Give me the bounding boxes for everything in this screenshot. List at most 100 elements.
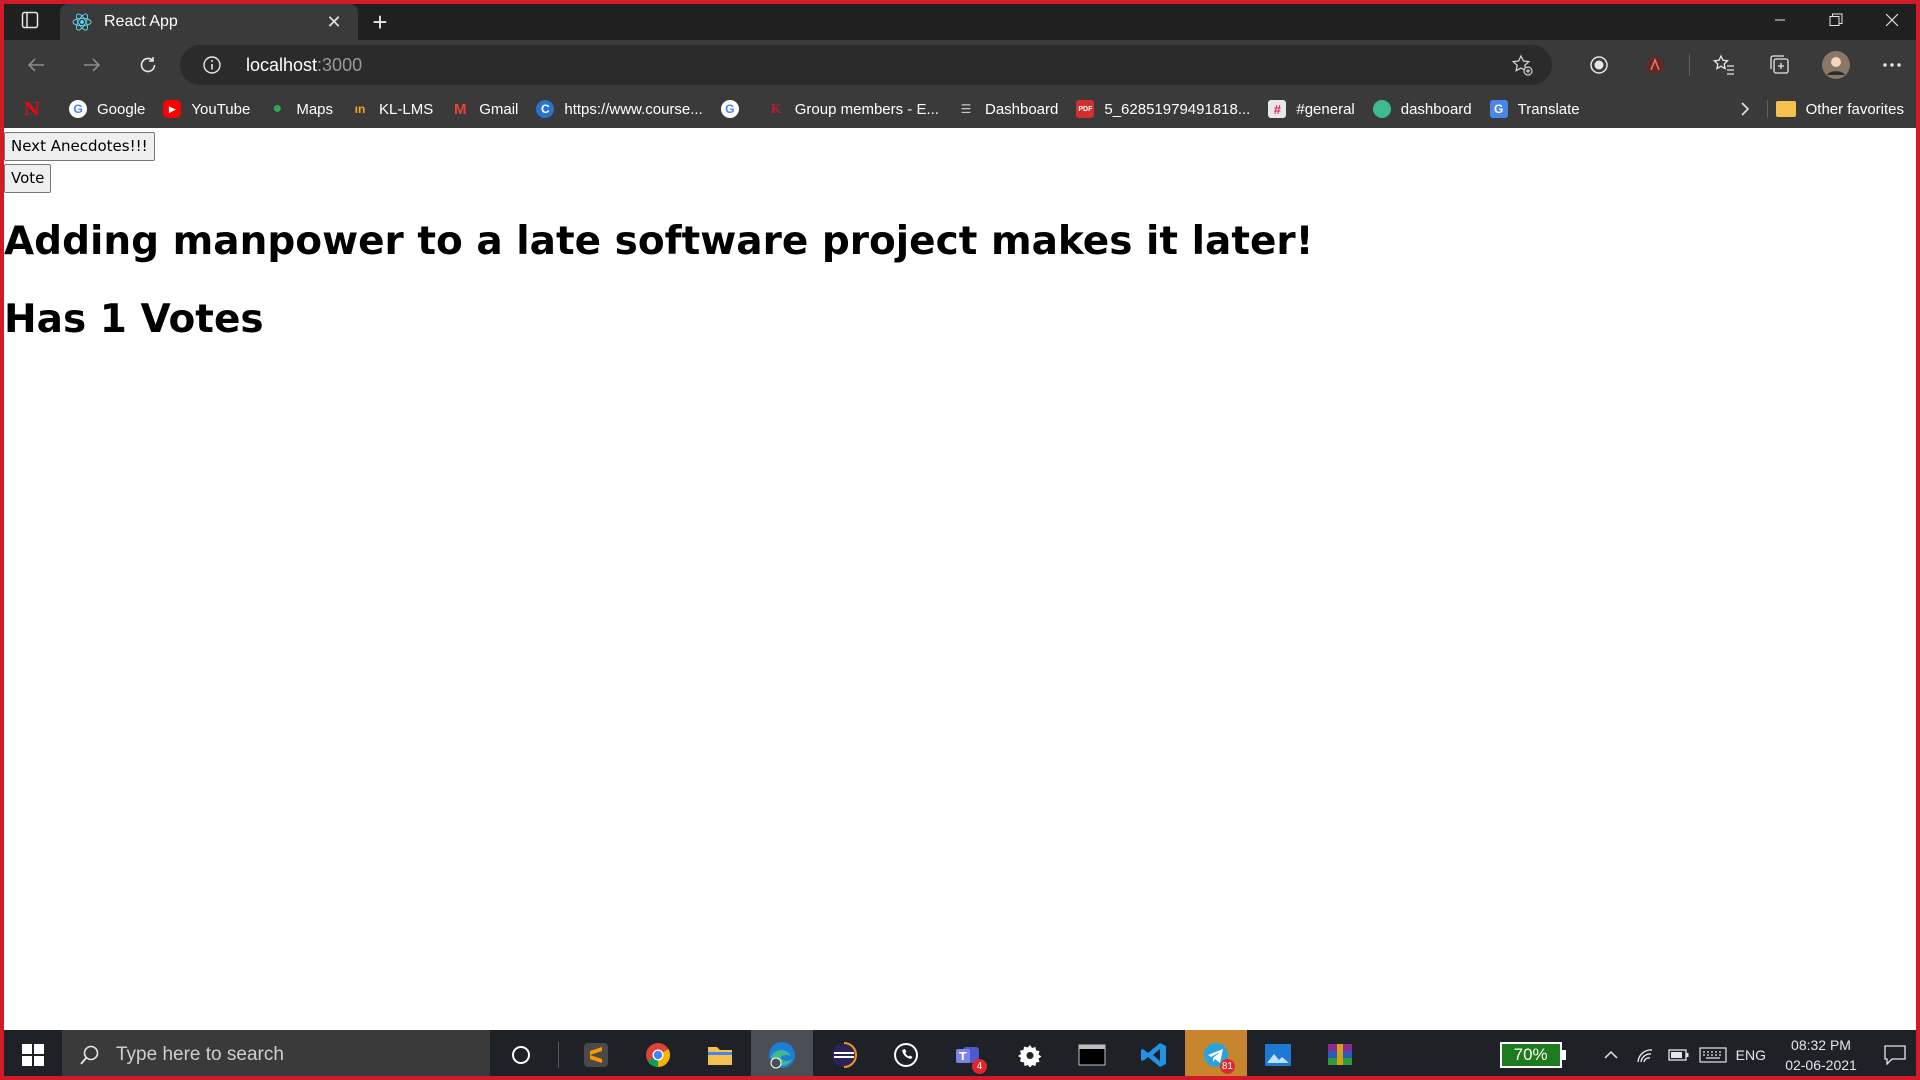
telegram-app[interactable]: 81: [1185, 1030, 1247, 1080]
refresh-icon: [140, 57, 156, 73]
fav-maps[interactable]: ● Maps: [259, 94, 342, 124]
netflix-icon: N: [23, 98, 41, 120]
search-icon: [78, 1043, 102, 1067]
svg-text:T: T: [959, 1050, 967, 1063]
tab-react-app[interactable]: React App ✕: [60, 4, 358, 40]
extension-adobe-button[interactable]: [1627, 43, 1683, 87]
url-port: :3000: [317, 54, 363, 75]
fav-youtube[interactable]: ▶ YouTube: [154, 94, 259, 124]
tab-title: React App: [104, 13, 178, 30]
fav-label: Group members - E...: [794, 100, 939, 118]
fav-label: Dashboard: [984, 100, 1059, 118]
fav-dashboard[interactable]: ☰ Dashboard: [948, 94, 1067, 124]
toolbar-right: [1571, 40, 1920, 90]
fav-pdf[interactable]: PDF 5_62851979491818...: [1067, 94, 1259, 124]
notification-center-button[interactable]: [1870, 1030, 1920, 1080]
address-toolbar: localhost:3000: [0, 40, 1920, 90]
sublime-text-app[interactable]: [565, 1030, 627, 1080]
show-hidden-icons[interactable]: [1596, 1030, 1626, 1080]
battery-button[interactable]: [1664, 1030, 1694, 1080]
dashboard-icon: ☰: [960, 102, 972, 116]
translate-icon: G: [1489, 100, 1508, 118]
fav-group-members[interactable]: K Group members - E...: [758, 94, 948, 124]
extension-record-button[interactable]: [1571, 43, 1627, 87]
folder-icon: [1775, 101, 1796, 117]
profile-button[interactable]: [1808, 43, 1864, 87]
fav-translate[interactable]: G Translate: [1481, 94, 1589, 124]
fav-google-2[interactable]: G: [712, 94, 758, 124]
back-button[interactable]: [8, 43, 64, 87]
keyboard-icon: [1699, 1047, 1727, 1063]
input-language[interactable]: ENG: [1736, 1047, 1766, 1063]
terminal-app[interactable]: [1061, 1030, 1123, 1080]
clock[interactable]: 08:32 PM 02-06-2021: [1776, 1035, 1866, 1075]
edge-app[interactable]: [751, 1030, 813, 1080]
fav-google[interactable]: G Google: [60, 94, 154, 124]
fav-gmail[interactable]: M Gmail: [442, 94, 527, 124]
close-tab-icon[interactable]: ✕: [322, 10, 346, 34]
network-button[interactable]: [1630, 1030, 1660, 1080]
pdf-icon: PDF: [1076, 100, 1095, 118]
favorites-star-icon: [1713, 54, 1734, 75]
forward-arrow-icon: [84, 58, 101, 72]
settings-app[interactable]: [999, 1030, 1061, 1080]
teams-app[interactable]: T 4: [937, 1030, 999, 1080]
react-icon: [72, 12, 92, 32]
more-favorites-icon[interactable]: [1730, 94, 1760, 124]
terminal-icon: [1078, 1044, 1106, 1066]
close-window-button[interactable]: [1864, 0, 1920, 40]
fav-kl-lms[interactable]: ın KL-LMS: [342, 94, 442, 124]
fav-netflix[interactable]: N: [14, 94, 60, 124]
winrar-app[interactable]: [1309, 1030, 1371, 1080]
wifi-icon: [1636, 1049, 1652, 1063]
address-bar[interactable]: localhost:3000: [180, 45, 1552, 85]
start-button[interactable]: [4, 1030, 62, 1080]
eclipse-icon: [832, 1042, 857, 1068]
new-tab-button[interactable]: +: [358, 4, 402, 40]
refresh-button[interactable]: [120, 43, 176, 87]
forward-button[interactable]: [64, 43, 120, 87]
minimize-button[interactable]: [1752, 0, 1808, 40]
photos-app[interactable]: [1247, 1030, 1309, 1080]
winrar-icon: [1328, 1044, 1352, 1065]
other-favorites[interactable]: Other favorites: [1775, 94, 1904, 124]
eclipse-app[interactable]: [813, 1030, 875, 1080]
fav-coursera[interactable]: Chttps://www.course...: [527, 94, 711, 124]
add-favorite-icon[interactable]: [1506, 49, 1538, 81]
settings-more-button[interactable]: [1864, 43, 1920, 87]
fav-label: Google: [97, 100, 146, 118]
chrome-icon: [646, 1043, 671, 1067]
file-explorer-app[interactable]: [689, 1030, 751, 1080]
touch-keyboard-button[interactable]: [1698, 1030, 1728, 1080]
fav-general[interactable]: # #general: [1259, 94, 1363, 124]
fav-edge-dashboard[interactable]: dashboard: [1364, 94, 1481, 124]
tab-strip: React App ✕ +: [0, 0, 1920, 40]
fav-label: Gmail: [479, 100, 519, 118]
window-controls: [1752, 0, 1920, 40]
search-placeholder: Type here to search: [116, 1044, 284, 1065]
vote-button[interactable]: Vote: [4, 164, 52, 193]
chrome-app[interactable]: [627, 1030, 689, 1080]
taskbar-search[interactable]: Type here to search: [62, 1030, 490, 1080]
restore-button[interactable]: [1808, 0, 1864, 40]
other-favorites-label: Other favorites: [1805, 100, 1904, 118]
collections-icon: [1770, 55, 1789, 74]
battery-value: 70%: [1513, 1045, 1548, 1064]
notification-icon: [1884, 1045, 1906, 1065]
record-icon: [1590, 56, 1608, 74]
google-icon: G: [69, 100, 87, 118]
next-anecdote-button[interactable]: Next Anecdotes!!!: [4, 132, 155, 161]
favorites-button[interactable]: [1696, 43, 1752, 87]
url-host: localhost: [246, 54, 318, 75]
sublime-text-icon: [584, 1043, 608, 1067]
cortana-button[interactable]: [490, 1030, 552, 1080]
whatsapp-app[interactable]: [875, 1030, 937, 1080]
collections-button[interactable]: [1752, 43, 1808, 87]
vscode-app[interactable]: [1123, 1030, 1185, 1080]
tab-actions-button[interactable]: [0, 0, 60, 40]
cortana-icon: [512, 1046, 530, 1064]
site-info-icon[interactable]: [196, 49, 228, 81]
maps-icon: ●: [272, 100, 283, 117]
close-icon: [1885, 13, 1899, 27]
battery-percentage[interactable]: 70%: [1499, 1042, 1566, 1068]
